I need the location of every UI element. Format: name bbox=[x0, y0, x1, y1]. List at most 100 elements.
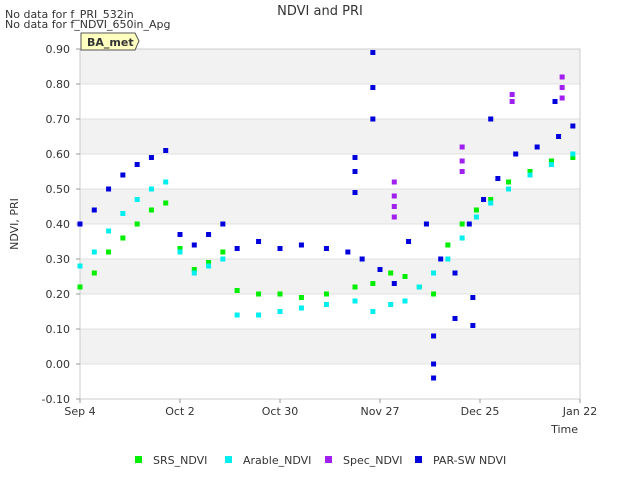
data-point bbox=[352, 155, 358, 160]
data-point bbox=[370, 309, 376, 314]
data-point bbox=[431, 333, 437, 339]
data-point bbox=[134, 162, 140, 167]
data-point bbox=[359, 256, 365, 262]
data-point bbox=[120, 211, 126, 216]
data-point bbox=[559, 85, 565, 90]
grid-band bbox=[80, 119, 580, 154]
data-point bbox=[298, 295, 304, 300]
data-point bbox=[391, 281, 397, 286]
data-point bbox=[277, 309, 283, 314]
data-point bbox=[391, 193, 397, 199]
data-point bbox=[513, 151, 519, 157]
data-point bbox=[256, 239, 262, 244]
data-point bbox=[298, 305, 304, 311]
data-point bbox=[191, 270, 197, 276]
data-point bbox=[391, 179, 397, 185]
data-point bbox=[556, 134, 562, 139]
data-point bbox=[120, 172, 126, 178]
legend-swatch bbox=[225, 456, 232, 463]
data-point bbox=[352, 284, 358, 290]
legend-swatch bbox=[135, 456, 142, 463]
data-point bbox=[177, 232, 183, 237]
data-point bbox=[388, 302, 394, 307]
data-point bbox=[445, 256, 451, 262]
data-point bbox=[106, 228, 112, 234]
data-point bbox=[220, 256, 226, 262]
data-point bbox=[352, 190, 358, 195]
grid-band bbox=[80, 259, 580, 294]
data-point bbox=[473, 207, 479, 213]
grid-band bbox=[80, 49, 580, 84]
data-point bbox=[391, 214, 397, 220]
data-point bbox=[256, 312, 262, 318]
data-point bbox=[77, 284, 83, 290]
data-point bbox=[234, 288, 240, 293]
data-point bbox=[277, 246, 283, 251]
data-point bbox=[163, 200, 169, 206]
data-point bbox=[220, 249, 226, 255]
data-point bbox=[431, 375, 437, 381]
data-point bbox=[370, 116, 376, 122]
x-tick-label: Jan 22 bbox=[562, 405, 597, 418]
data-point bbox=[570, 123, 576, 129]
chart-title: NDVI and PRI bbox=[277, 4, 363, 19]
data-point bbox=[423, 221, 429, 227]
data-point bbox=[91, 207, 97, 213]
grid-band bbox=[80, 329, 580, 364]
x-tick-label: Nov 27 bbox=[361, 405, 400, 418]
data-point bbox=[431, 270, 437, 276]
data-point bbox=[106, 249, 112, 255]
data-point bbox=[148, 207, 154, 213]
data-point bbox=[148, 155, 154, 160]
data-point bbox=[459, 221, 465, 227]
data-point bbox=[134, 221, 140, 227]
data-point bbox=[206, 263, 212, 269]
y-tick-label: 0.20 bbox=[46, 288, 71, 301]
data-point bbox=[552, 99, 558, 104]
y-tick-label: 0.60 bbox=[46, 148, 71, 161]
x-tick-label: Dec 25 bbox=[461, 405, 500, 418]
data-point bbox=[120, 235, 126, 241]
no-data-note: No data for f_NDVI_650in_Apg bbox=[5, 18, 171, 31]
data-point bbox=[470, 323, 476, 328]
y-tick-label: 0.90 bbox=[46, 43, 71, 56]
data-point bbox=[431, 291, 437, 297]
data-point bbox=[352, 298, 358, 304]
data-point bbox=[370, 85, 376, 90]
x-tick-label: Oct 30 bbox=[262, 405, 299, 418]
data-point bbox=[534, 144, 540, 150]
data-point bbox=[548, 162, 554, 167]
data-point bbox=[416, 284, 422, 290]
data-point bbox=[509, 99, 515, 104]
legend-swatch bbox=[415, 456, 422, 463]
data-point bbox=[402, 298, 408, 304]
data-point bbox=[570, 151, 576, 157]
data-point bbox=[234, 246, 240, 251]
data-point bbox=[277, 291, 283, 297]
data-point bbox=[370, 281, 376, 286]
legend-label: PAR-SW NDVI bbox=[433, 454, 506, 467]
data-point bbox=[370, 50, 376, 55]
legend-label: SRS_NDVI bbox=[153, 454, 207, 467]
data-point bbox=[481, 197, 487, 202]
data-point bbox=[177, 249, 183, 255]
x-tick-label: Sep 4 bbox=[64, 405, 95, 418]
data-point bbox=[559, 74, 565, 80]
data-point bbox=[438, 256, 444, 262]
data-point bbox=[495, 176, 501, 181]
y-tick-label: 0.40 bbox=[46, 218, 71, 231]
data-point bbox=[298, 242, 304, 248]
y-tick-label: 0.30 bbox=[46, 253, 71, 266]
data-point bbox=[527, 172, 533, 178]
data-point bbox=[91, 270, 97, 276]
data-point bbox=[459, 158, 465, 164]
data-point bbox=[163, 148, 169, 153]
data-point bbox=[506, 179, 512, 185]
legend-label: Spec_NDVI bbox=[343, 454, 403, 467]
data-point bbox=[445, 242, 451, 248]
data-point bbox=[488, 116, 494, 122]
y-tick-label: 0.80 bbox=[46, 78, 71, 91]
data-point bbox=[388, 270, 394, 276]
data-point bbox=[459, 235, 465, 241]
data-point bbox=[377, 267, 383, 272]
